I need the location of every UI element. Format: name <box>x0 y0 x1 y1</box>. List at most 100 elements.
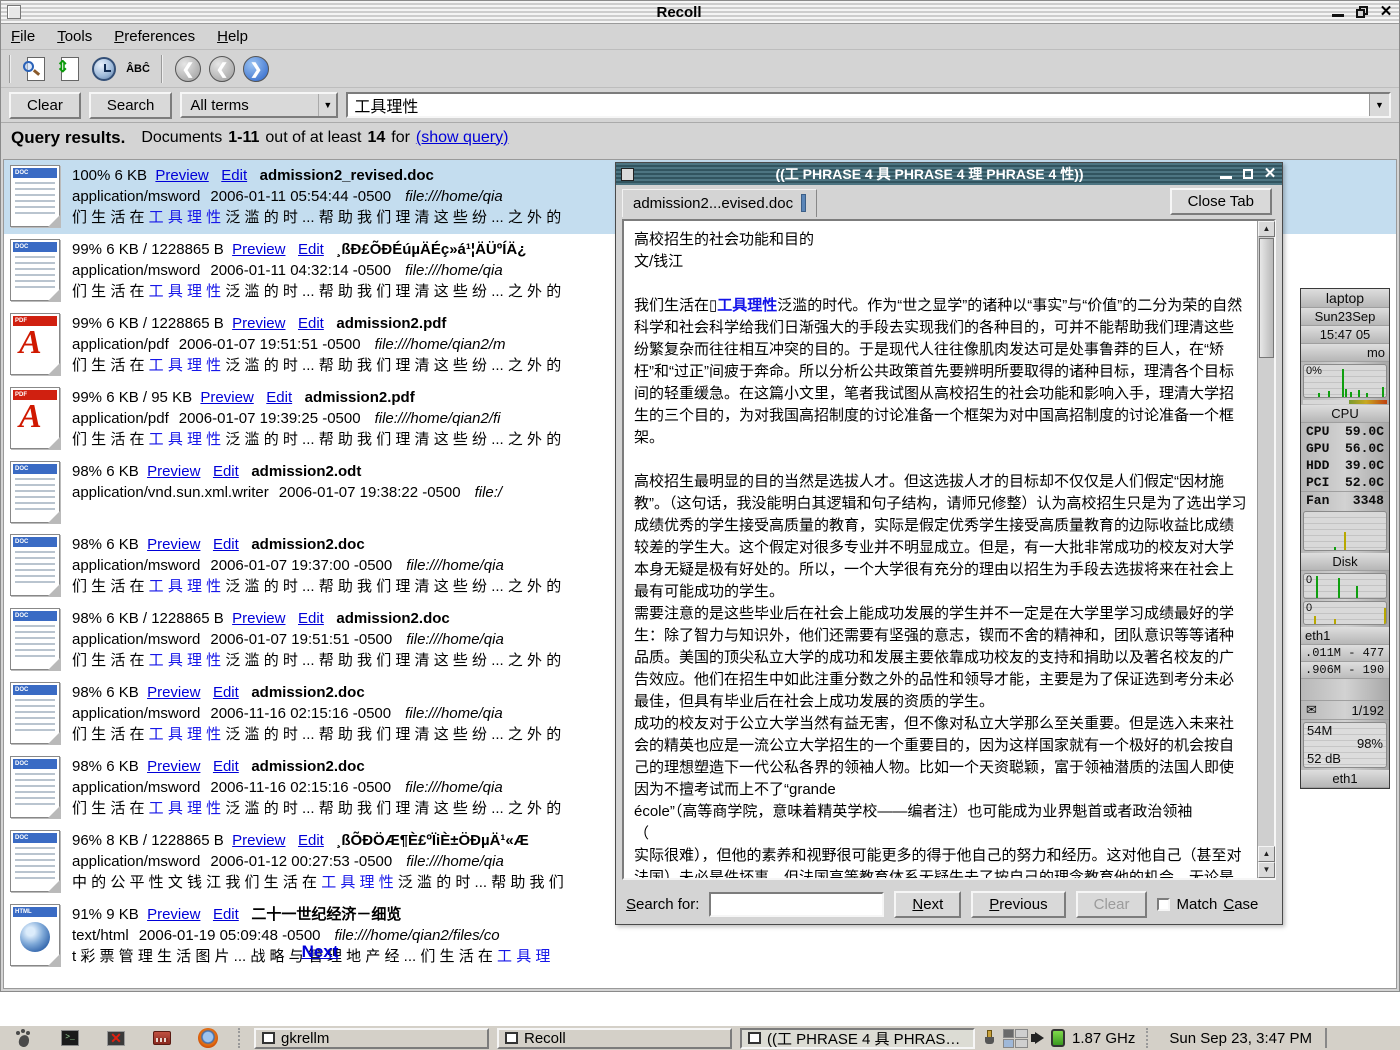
window-menu-icon[interactable] <box>7 5 21 19</box>
taskbar-window-button[interactable]: ((工 PHRASE 4 具 PHRASE ... <box>740 1028 975 1049</box>
clear-button[interactable]: Clear <box>9 92 81 119</box>
sensor-row: HDD 39.0C <box>1301 457 1389 474</box>
find-input[interactable] <box>709 892 884 917</box>
filetype-icon: DOC A <box>10 165 60 227</box>
search-input[interactable] <box>348 94 1369 116</box>
eth-section-label[interactable]: eth1 <box>1301 627 1389 645</box>
preview-minimize-button[interactable] <box>1219 167 1233 181</box>
cpu-section-label[interactable]: CPU <box>1301 405 1389 423</box>
gkrellm-hostname[interactable]: laptop <box>1301 289 1389 308</box>
edit-link[interactable]: Edit <box>266 389 292 406</box>
match-case-checkbox[interactable] <box>1157 898 1170 911</box>
mail-row[interactable]: ✉ 1/192 <box>1301 701 1389 720</box>
preview-doc-icon[interactable] <box>21 54 51 84</box>
sort-doc-icon[interactable]: ⇕ <box>55 54 85 84</box>
result-date: 2006-01-07 19:51:51 -0500 <box>179 336 361 353</box>
gnome-menu-icon[interactable] <box>4 1027 44 1049</box>
menu-preferences[interactable]: Preferences <box>114 28 195 45</box>
show-query-link[interactable]: (show query) <box>416 129 508 147</box>
close-tab-button[interactable]: Close Tab <box>1170 188 1272 215</box>
preview-close-button[interactable]: ✕ <box>1263 167 1277 181</box>
sensor-value: 56.0C <box>1345 440 1384 457</box>
edit-link[interactable]: Edit <box>213 758 239 775</box>
find-next-button[interactable]: Next <box>894 891 961 918</box>
scroll-thumb[interactable] <box>1259 238 1274 358</box>
preview-link[interactable]: Preview <box>232 832 285 849</box>
term-explorer-icon[interactable]: ÂBĈ <box>123 54 153 84</box>
edit-link[interactable]: Edit <box>298 241 324 258</box>
menu-help[interactable]: Help <box>217 28 248 45</box>
search-mode-select[interactable]: All terms ▼ <box>180 92 338 118</box>
minimize-button[interactable] <box>1331 5 1345 19</box>
scroll-down-icon[interactable]: ▼ <box>1258 862 1275 878</box>
next-page-button[interactable]: ❯ <box>241 54 271 84</box>
gkrellm-date[interactable]: Sun23Sep <box>1301 308 1389 326</box>
preview-link[interactable]: Preview <box>147 684 200 701</box>
preview-link[interactable]: Preview <box>147 906 200 923</box>
edit-link[interactable]: Edit <box>213 684 239 701</box>
lock-display-icon[interactable]: ✕ <box>96 1027 136 1049</box>
menu-file[interactable]: File <box>11 28 35 45</box>
preview-document-text[interactable]: 高校招生的社会功能和目的 文/钱江 我们生活在▯工具理性泛滥的时代。作为“世之显… <box>624 221 1257 878</box>
taskbar-window-button[interactable]: gkrellm <box>254 1028 489 1049</box>
next-page-link[interactable]: Next <box>4 942 636 962</box>
find-previous-button[interactable]: Previous <box>971 891 1065 918</box>
uptime-volume-panel[interactable]: 54M 98% 52 dB <box>1303 722 1387 768</box>
preview-link[interactable]: Preview <box>147 536 200 553</box>
firefox-icon[interactable] <box>188 1027 228 1049</box>
result-date: 2006-01-07 19:39:25 -0500 <box>179 410 361 427</box>
maximize-button[interactable] <box>1355 5 1369 19</box>
recoll-titlebar[interactable]: Recoll ✕ <box>1 1 1399 24</box>
edit-link[interactable]: Edit <box>298 315 324 332</box>
edit-link[interactable]: Edit <box>213 463 239 480</box>
sort-by-date-clock-icon[interactable] <box>89 54 119 84</box>
find-clear-button[interactable]: Clear <box>1076 891 1148 918</box>
sensor-row: PCI 52.0C <box>1301 474 1389 491</box>
edit-link[interactable]: Edit <box>213 906 239 923</box>
chevron-down-icon[interactable]: ▼ <box>318 94 336 116</box>
preview-link[interactable]: Preview <box>232 610 285 627</box>
disk-section-label[interactable]: Disk <box>1301 553 1389 571</box>
preview-tab[interactable]: admission2...evised.doc <box>622 189 817 217</box>
cpu-activity-chart[interactable]: 0% <box>1303 364 1387 398</box>
scroll-up-icon[interactable]: ▲ <box>1258 221 1275 237</box>
power-plug-icon[interactable] <box>983 1030 996 1046</box>
typewriter-icon[interactable] <box>142 1027 182 1049</box>
taskbar-clock[interactable]: Sun Sep 23, 3:47 PM <box>1169 1030 1312 1047</box>
edit-link[interactable]: Edit <box>213 536 239 553</box>
preview-link[interactable]: Preview <box>200 389 253 406</box>
docs-word: Documents <box>141 129 222 147</box>
taskbar-window-button[interactable]: Recoll <box>497 1028 732 1049</box>
disk-chart-2[interactable]: 0 <box>1303 601 1387 625</box>
menu-tools[interactable]: Tools <box>57 28 92 45</box>
edit-link[interactable]: Edit <box>298 610 324 627</box>
disk2-label: 0 <box>1306 602 1312 614</box>
terminal-icon[interactable]: >_ <box>50 1027 90 1049</box>
search-button[interactable]: Search <box>89 92 173 119</box>
query-history-dropdown-icon[interactable]: ▼ <box>1369 94 1389 116</box>
preview-window-menu-icon[interactable] <box>621 168 634 181</box>
preview-link[interactable]: Preview <box>155 167 208 184</box>
preview-scrollbar[interactable]: ▲ ▲ ▼ <box>1257 221 1274 878</box>
preview-link[interactable]: Preview <box>232 241 285 258</box>
preview-link[interactable]: Preview <box>232 315 285 332</box>
result-mime: application/vnd.sun.xml.writer <box>72 484 269 501</box>
edit-link[interactable]: Edit <box>298 832 324 849</box>
cpu-frequency-icon[interactable] <box>1051 1029 1065 1047</box>
disk-chart-1[interactable]: 0 <box>1303 573 1387 599</box>
prev-page-button[interactable]: ❮ <box>207 54 237 84</box>
edit-link[interactable]: Edit <box>221 167 247 184</box>
preview-link[interactable]: Preview <box>147 463 200 480</box>
preview-titlebar[interactable]: ((工 PHRASE 4 具 PHRASE 4 理 PHRASE 4 性)) ✕ <box>616 163 1282 185</box>
result-filename: admission2.doc <box>336 610 449 627</box>
fan-chart[interactable] <box>1303 511 1387 551</box>
close-button[interactable]: ✕ <box>1379 5 1393 19</box>
first-page-button[interactable]: ❮ <box>173 54 203 84</box>
gkrellm-bottom-label[interactable]: eth1 <box>1301 770 1389 788</box>
preview-maximize-button[interactable] <box>1241 167 1255 181</box>
speaker-icon[interactable] <box>1035 1032 1044 1044</box>
scroll-up2-icon[interactable]: ▲ <box>1258 846 1275 862</box>
workspace-pager[interactable] <box>1003 1029 1028 1048</box>
gkrellm-time[interactable]: 15:47 05 <box>1301 326 1389 344</box>
preview-link[interactable]: Preview <box>147 758 200 775</box>
